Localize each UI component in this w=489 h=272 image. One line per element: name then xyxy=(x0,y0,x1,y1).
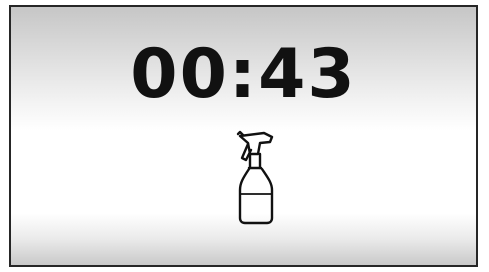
appliance-display: 00:43 xyxy=(9,5,478,267)
spray-bottle-icon xyxy=(234,128,280,226)
timer-display: 00:43 xyxy=(130,35,357,114)
